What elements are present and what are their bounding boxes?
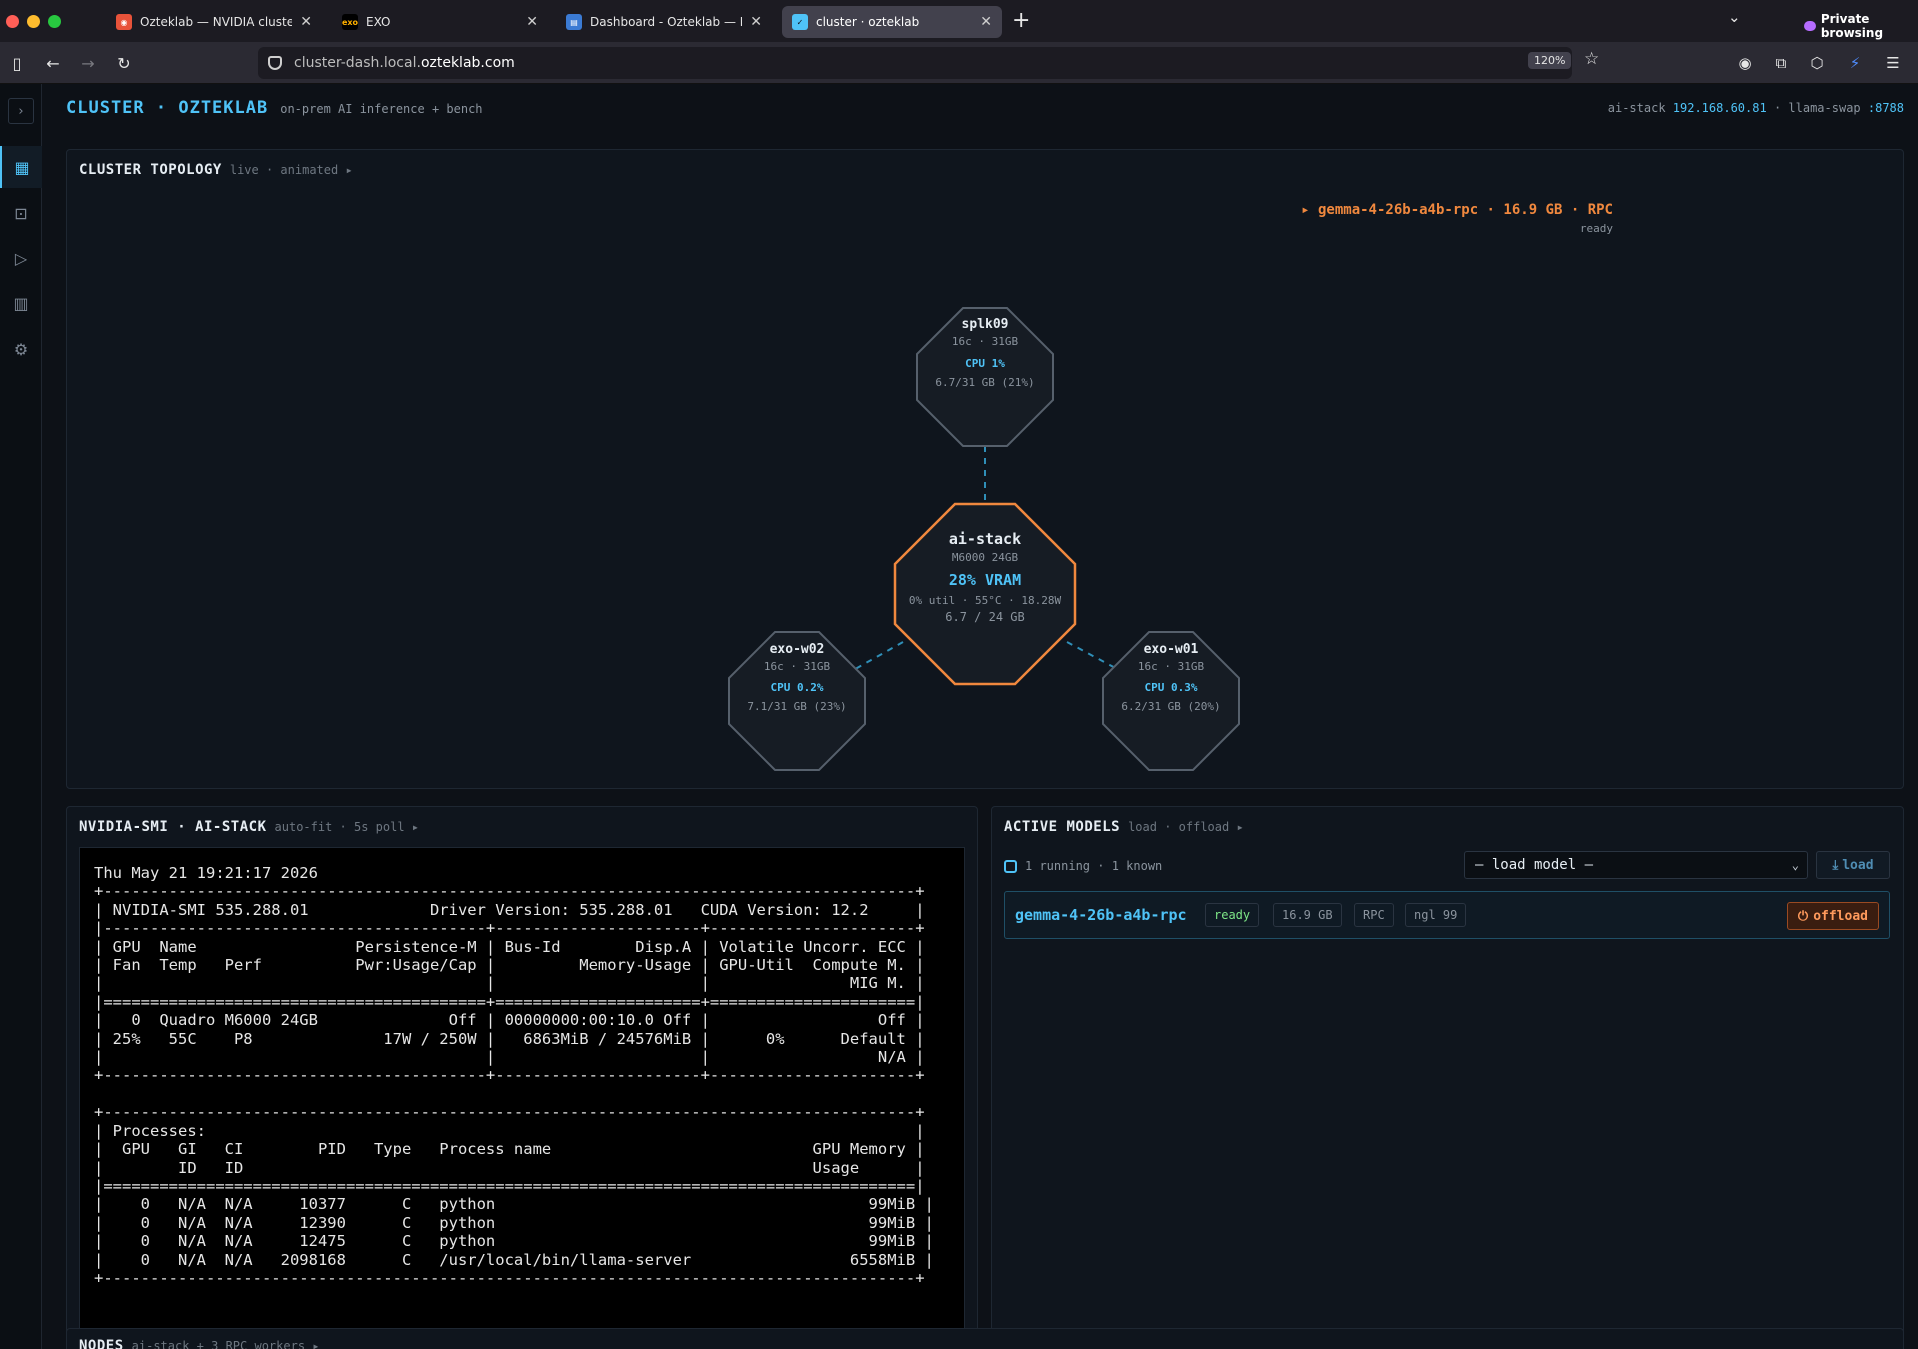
node-mem: 6.7/31 GB (21%) [935, 376, 1034, 389]
bolt-extension-icon[interactable]: ⚡ [1846, 54, 1864, 72]
forward-arrow-icon[interactable]: → [77, 52, 99, 74]
node-name: exo-w02 [770, 642, 825, 657]
app-sidebar: › ▦ ⊡ ▷ ▥ ⚙ [0, 84, 42, 1349]
node-name: exo-w01 [1144, 642, 1199, 657]
page-subtitle: on-prem AI inference + bench [280, 102, 483, 116]
page-title: CLUSTER · OZTEKLAB [66, 98, 269, 118]
node-vram: 28% VRAM [949, 571, 1021, 589]
node-exo-w02[interactable]: exo-w02 16c · 31GB CPU 0.2% 7.1/31 GB (2… [728, 631, 866, 771]
model-mode-badge: RPC [1354, 903, 1394, 927]
cluster-icon: ✓ [792, 14, 808, 30]
zoom-level-badge[interactable]: 120% [1528, 52, 1572, 69]
close-tab-icon[interactable]: ✕ [300, 14, 312, 30]
nodes-panel: NODES ai-stack + 3 RPC workers ▸ [66, 1328, 1904, 1349]
node-spec: 16c · 31GB [764, 660, 831, 673]
shield-icon [268, 56, 282, 70]
chip-icon: ⊡ [14, 203, 28, 223]
cluster-topology-panel: CLUSTER TOPOLOGY live · animated ▸ ▸ gem… [66, 149, 1904, 789]
browser-nav-bar: ▯ ← → ↻ cluster-dash.local.ozteklab.com … [0, 42, 1918, 84]
shield-extension-icon[interactable]: ⬡ [1808, 54, 1826, 72]
close-tab-icon[interactable]: ✕ [526, 14, 538, 30]
smi-output: Thu May 21 19:21:17 2026 +--------------… [94, 864, 934, 1287]
close-window-button[interactable] [6, 15, 19, 28]
url-bar[interactable]: cluster-dash.local.ozteklab.com [258, 47, 1572, 79]
node-exo-w01[interactable]: exo-w01 16c · 31GB CPU 0.3% 6.2/31 GB (2… [1102, 631, 1240, 771]
close-tab-icon[interactable]: ✕ [750, 14, 762, 30]
play-circle-icon: ▷ [14, 248, 28, 268]
node-cpu: CPU 0.3% [1145, 681, 1198, 694]
bookmark-star-icon[interactable]: ☆ [1584, 49, 1599, 69]
load-model-select[interactable]: — load model — ⌄ [1464, 851, 1808, 879]
node-name: splk09 [962, 317, 1009, 332]
sidebar-toggle-icon[interactable]: ▯ [6, 52, 28, 74]
menu-icon[interactable]: ☰ [1884, 54, 1902, 72]
model-row: gemma-4-26b-a4b-rpc ready 16.9 GB RPC ng… [1004, 891, 1890, 939]
node-mem: 6.7 / 24 GB [945, 610, 1024, 624]
browser-tab-dashboard[interactable]: ▤ Dashboard - Ozteklab — NVIDIA ✕ [556, 6, 772, 38]
private-mask-icon [1804, 21, 1816, 31]
node-spec: M6000 24GB [952, 551, 1019, 564]
models-header[interactable]: ACTIVE MODELS load · offload ▸ [1004, 819, 1244, 835]
chip-icon [1004, 859, 1017, 873]
sidebar-item-docs[interactable]: ▥ [0, 282, 42, 324]
app-header: CLUSTER · OZTEKLAB on-prem AI inference … [66, 98, 483, 118]
node-mem: 6.2/31 GB (20%) [1121, 700, 1220, 713]
sidebar-item-settings[interactable]: ⚙ [0, 328, 42, 370]
smi-terminal: Thu May 21 19:21:17 2026 +--------------… [79, 847, 965, 1349]
model-status-badge: ready [1205, 903, 1260, 927]
maximize-window-button[interactable] [48, 15, 61, 28]
close-tab-icon[interactable]: ✕ [980, 14, 992, 30]
back-arrow-icon[interactable]: ← [42, 52, 64, 74]
nodes-header[interactable]: NODES ai-stack + 3 RPC workers ▸ [79, 1338, 320, 1349]
dashboard-icon: ▤ [566, 14, 582, 30]
node-ai-stack[interactable]: ai-stack M6000 24GB 28% VRAM 0% util · 5… [893, 502, 1077, 686]
ozteklab-icon: ◉ [116, 14, 132, 30]
browser-tab-bar: ◉ Ozteklab — NVIDIA cluster (M6000 ✕ exo… [0, 0, 1918, 42]
browser-tab-cluster[interactable]: ✓ cluster · ozteklab ✕ [782, 6, 1002, 38]
extensions-icon[interactable]: ⧉ [1772, 54, 1790, 72]
sidebar-item-gpu[interactable]: ⊡ [0, 192, 42, 234]
node-name: ai-stack [949, 530, 1021, 548]
nvidia-smi-panel: NVIDIA-SMI · AI-STACK auto-fit · 5s poll… [66, 806, 978, 1349]
node-cpu: CPU 0.2% [771, 681, 824, 694]
url-text[interactable]: cluster-dash.local.ozteklab.com [294, 55, 515, 71]
active-models-panel: ACTIVE MODELS load · offload ▸ 1 running… [991, 806, 1904, 1349]
power-icon: ⏻ [1797, 908, 1809, 924]
model-size-badge: 16.9 GB [1273, 903, 1342, 927]
browser-tab-exo[interactable]: exo EXO ✕ [332, 6, 548, 38]
account-icon[interactable]: ◉ [1736, 54, 1754, 72]
node-mem: 7.1/31 GB (23%) [747, 700, 846, 713]
model-ngl-badge: ngl 99 [1405, 903, 1467, 927]
minimize-window-button[interactable] [27, 15, 40, 28]
download-icon: ⤓ [1832, 857, 1839, 873]
dashboard-grid-icon: ▦ [14, 157, 30, 177]
new-tab-button[interactable]: + [1012, 8, 1030, 34]
node-splk09[interactable]: splk09 16c · 31GB CPU 1% 6.7/31 GB (21%) [916, 307, 1054, 447]
chevron-down-icon: ⌄ [1791, 858, 1799, 872]
node-cpu: CPU 1% [965, 357, 1005, 370]
models-summary: 1 running · 1 known [1004, 859, 1162, 873]
browser-tab-ozteklab[interactable]: ◉ Ozteklab — NVIDIA cluster (M6000 ✕ [106, 6, 322, 38]
topology-graph: splk09 16c · 31GB CPU 1% 6.7/31 GB (21%)… [728, 307, 1240, 771]
sidebar-item-bench[interactable]: ▷ [0, 237, 42, 279]
reload-icon[interactable]: ↻ [113, 52, 135, 74]
book-icon: ▥ [13, 293, 29, 313]
exo-icon: exo [342, 14, 358, 30]
sidebar-item-dashboard[interactable]: ▦ [0, 146, 42, 188]
private-browsing-indicator: Private browsing [1804, 12, 1918, 40]
load-button[interactable]: ⤓ load [1816, 851, 1890, 879]
cluster-dashboard: › ▦ ⊡ ▷ ▥ ⚙ CLUSTER · OZTEKLAB on-prem A… [0, 84, 1918, 1349]
node-stats: 0% util · 55°C · 18.28W [909, 594, 1062, 607]
model-name[interactable]: gemma-4-26b-a4b-rpc [1015, 906, 1187, 924]
node-spec: 16c · 31GB [952, 335, 1019, 348]
expand-sidebar-icon[interactable]: › [0, 90, 42, 132]
offload-button[interactable]: ⏻ offload [1786, 902, 1879, 930]
chevron-down-icon[interactable]: ⌄ [1728, 8, 1741, 26]
swap-port: :8788 [1867, 101, 1904, 115]
node-spec: 16c · 31GB [1138, 660, 1205, 673]
smi-header[interactable]: NVIDIA-SMI · AI-STACK auto-fit · 5s poll… [79, 819, 419, 835]
host-ip: 192.168.60.81 [1672, 101, 1767, 115]
gear-icon: ⚙ [13, 339, 29, 359]
host-info: ai-stack 192.168.60.81 · llama-swap :878… [1607, 101, 1904, 115]
